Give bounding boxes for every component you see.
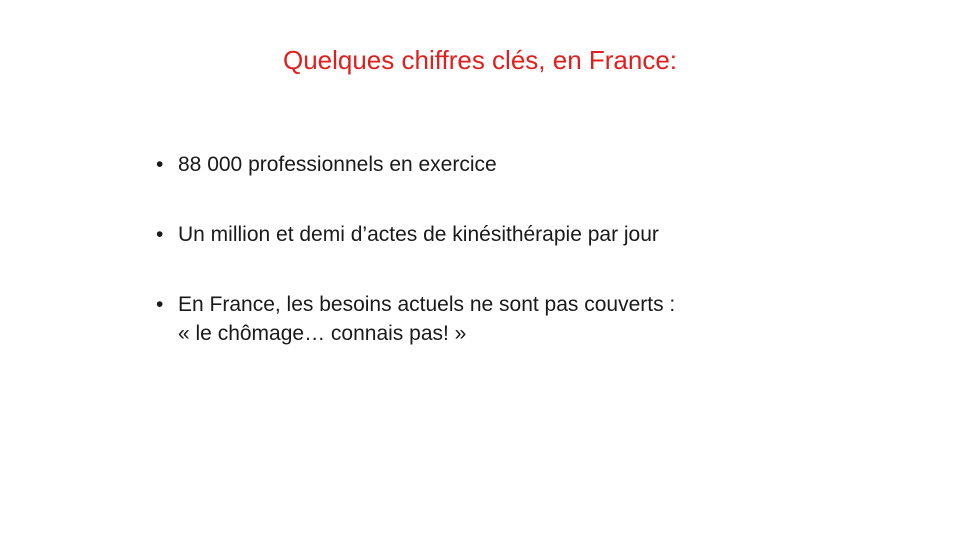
bullet-list: • 88 000 professionnels en exercice • Un… [156,150,856,348]
bullet-text: Un million et demi d’actes de kinésithér… [178,223,659,246]
bullet-icon: • [156,293,164,316]
bullet-icon: • [156,223,164,246]
slide-title: Quelques chiffres clés, en France: [282,45,678,75]
list-item: • Un million et demi d’actes de kinésith… [156,220,856,249]
bullet-icon: • [156,153,164,176]
list-item: • 88 000 professionnels en exercice [156,150,856,179]
bullet-text: En France, les besoins actuels ne sont p… [178,293,676,316]
slide: Quelques chiffres clés, en France: • 88 … [0,0,960,540]
list-item: • En France, les besoins actuels ne sont… [156,290,856,348]
bullet-text: 88 000 professionnels en exercice [178,153,497,176]
bullet-text-continuation: « le chômage… connais pas! » [178,322,467,345]
